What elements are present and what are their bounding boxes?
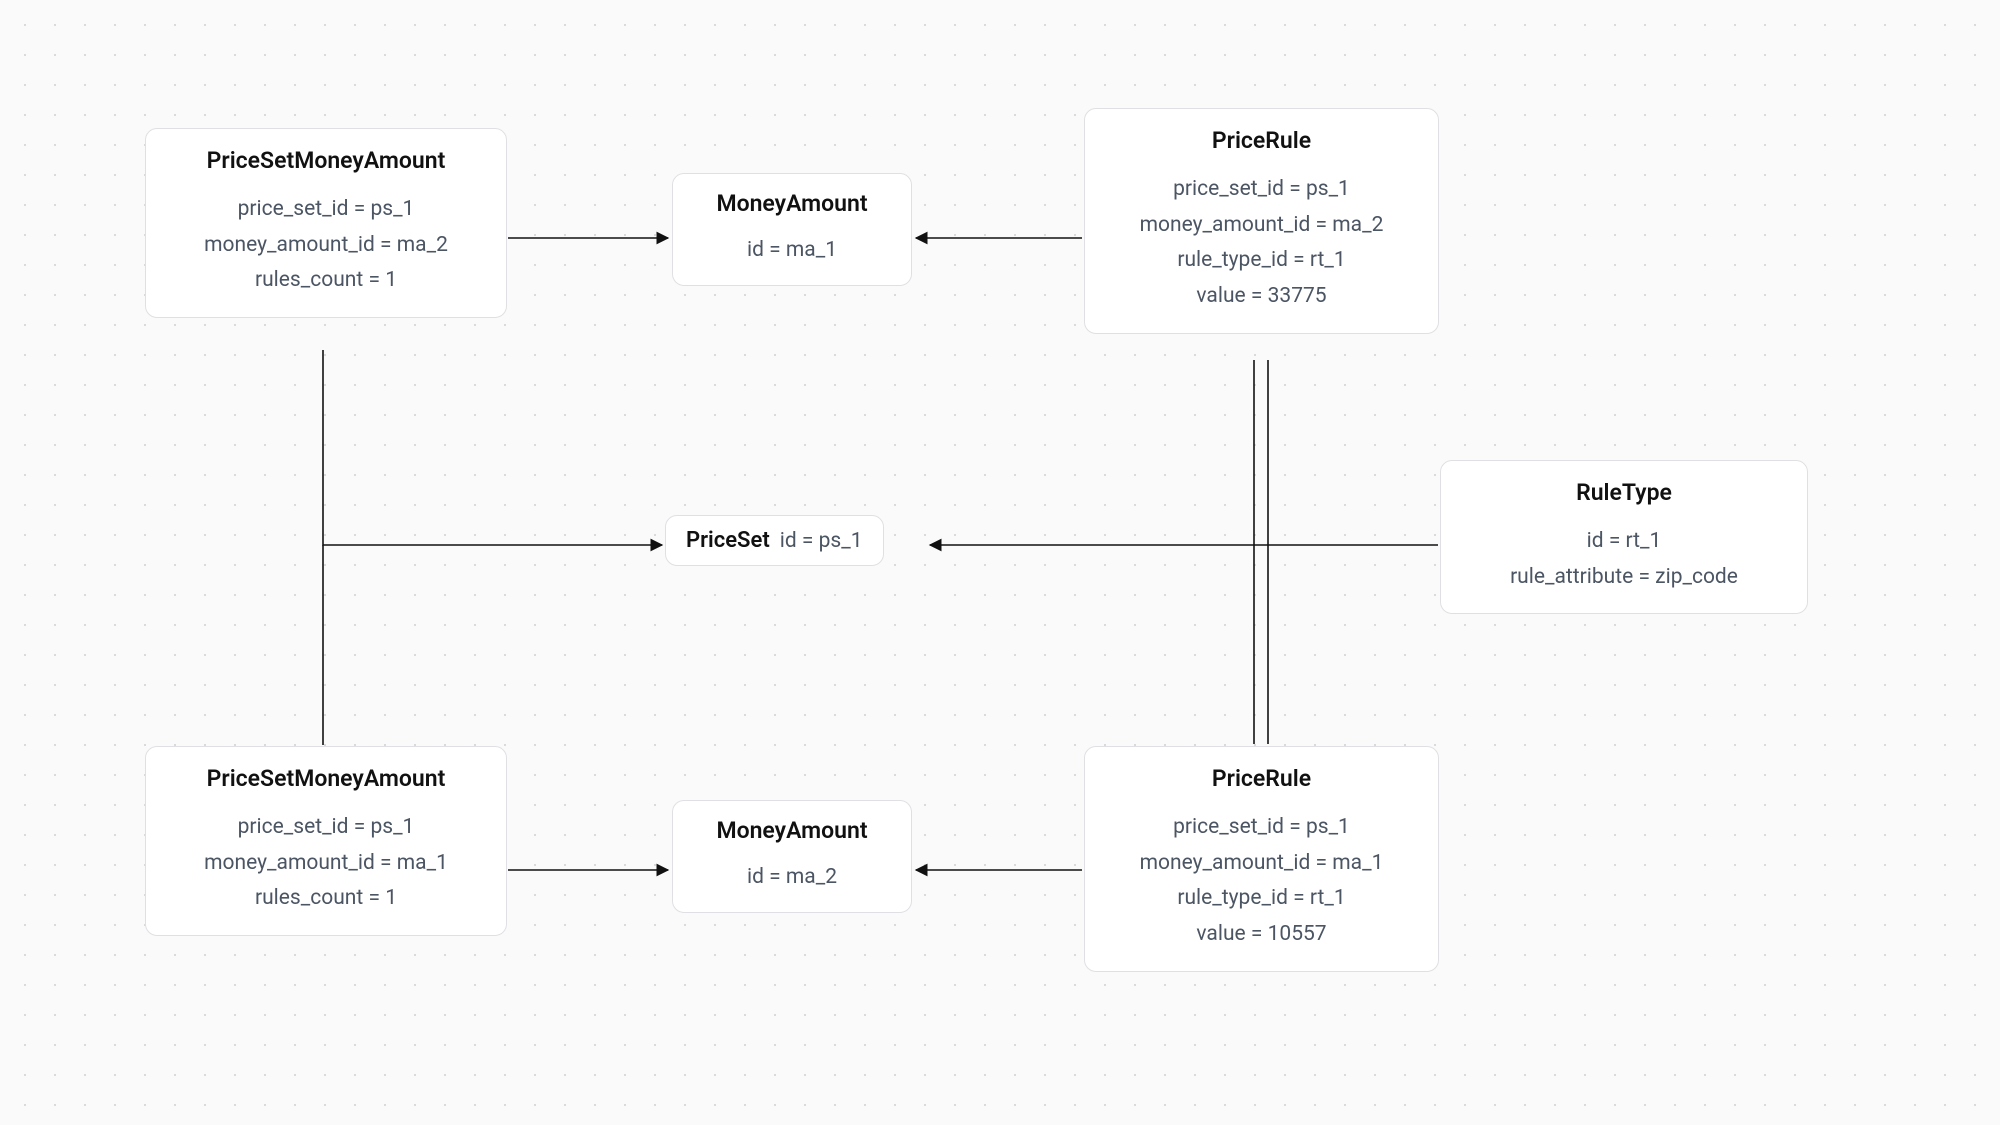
node-title: PriceRule (1111, 127, 1412, 154)
attr-value: value = 10557 (1111, 917, 1412, 953)
node-price-rule-1: PriceRule price_set_id = ps_1 money_amou… (1084, 108, 1439, 334)
node-money-amount-2: MoneyAmount id = ma_2 (672, 800, 912, 913)
attr-price-set-id: price_set_id = ps_1 (172, 810, 480, 846)
attr-id: id = ma_1 (699, 233, 885, 269)
attr-price-set-id: price_set_id = ps_1 (1111, 810, 1412, 846)
attr-value: value = 33775 (1111, 279, 1412, 315)
node-price-set: PriceSet id = ps_1 (665, 515, 884, 566)
node-money-amount-1: MoneyAmount id = ma_1 (672, 173, 912, 286)
attr-id: id = ma_2 (699, 860, 885, 896)
attr-rule-attribute: rule_attribute = zip_code (1467, 560, 1781, 596)
attr-rules-count: rules_count = 1 (172, 263, 480, 299)
node-title: MoneyAmount (699, 190, 885, 217)
node-title: PriceSet (686, 528, 770, 553)
attr-id: id = ps_1 (780, 531, 863, 552)
attr-money-amount-id: money_amount_id = ma_1 (172, 846, 480, 882)
node-title: PriceRule (1111, 765, 1412, 792)
node-psma-2: PriceSetMoneyAmount price_set_id = ps_1 … (145, 746, 507, 936)
attr-money-amount-id: money_amount_id = ma_1 (1111, 846, 1412, 882)
attr-money-amount-id: money_amount_id = ma_2 (172, 228, 480, 264)
node-price-rule-2: PriceRule price_set_id = ps_1 money_amou… (1084, 746, 1439, 972)
node-psma-1: PriceSetMoneyAmount price_set_id = ps_1 … (145, 128, 507, 318)
attr-money-amount-id: money_amount_id = ma_2 (1111, 208, 1412, 244)
node-title: PriceSetMoneyAmount (172, 147, 480, 174)
diagram-canvas: PriceSetMoneyAmount price_set_id = ps_1 … (0, 0, 2000, 1125)
attr-rule-type-id: rule_type_id = rt_1 (1111, 243, 1412, 279)
node-title: PriceSetMoneyAmount (172, 765, 480, 792)
node-title: MoneyAmount (699, 817, 885, 844)
node-title: RuleType (1467, 479, 1781, 506)
attr-id: id = rt_1 (1467, 524, 1781, 560)
node-rule-type: RuleType id = rt_1 rule_attribute = zip_… (1440, 460, 1808, 614)
attr-price-set-id: price_set_id = ps_1 (172, 192, 480, 228)
edge-psma1-to-priceset (323, 350, 662, 545)
attr-price-set-id: price_set_id = ps_1 (1111, 172, 1412, 208)
attr-rule-type-id: rule_type_id = rt_1 (1111, 881, 1412, 917)
attr-rules-count: rules_count = 1 (172, 881, 480, 917)
